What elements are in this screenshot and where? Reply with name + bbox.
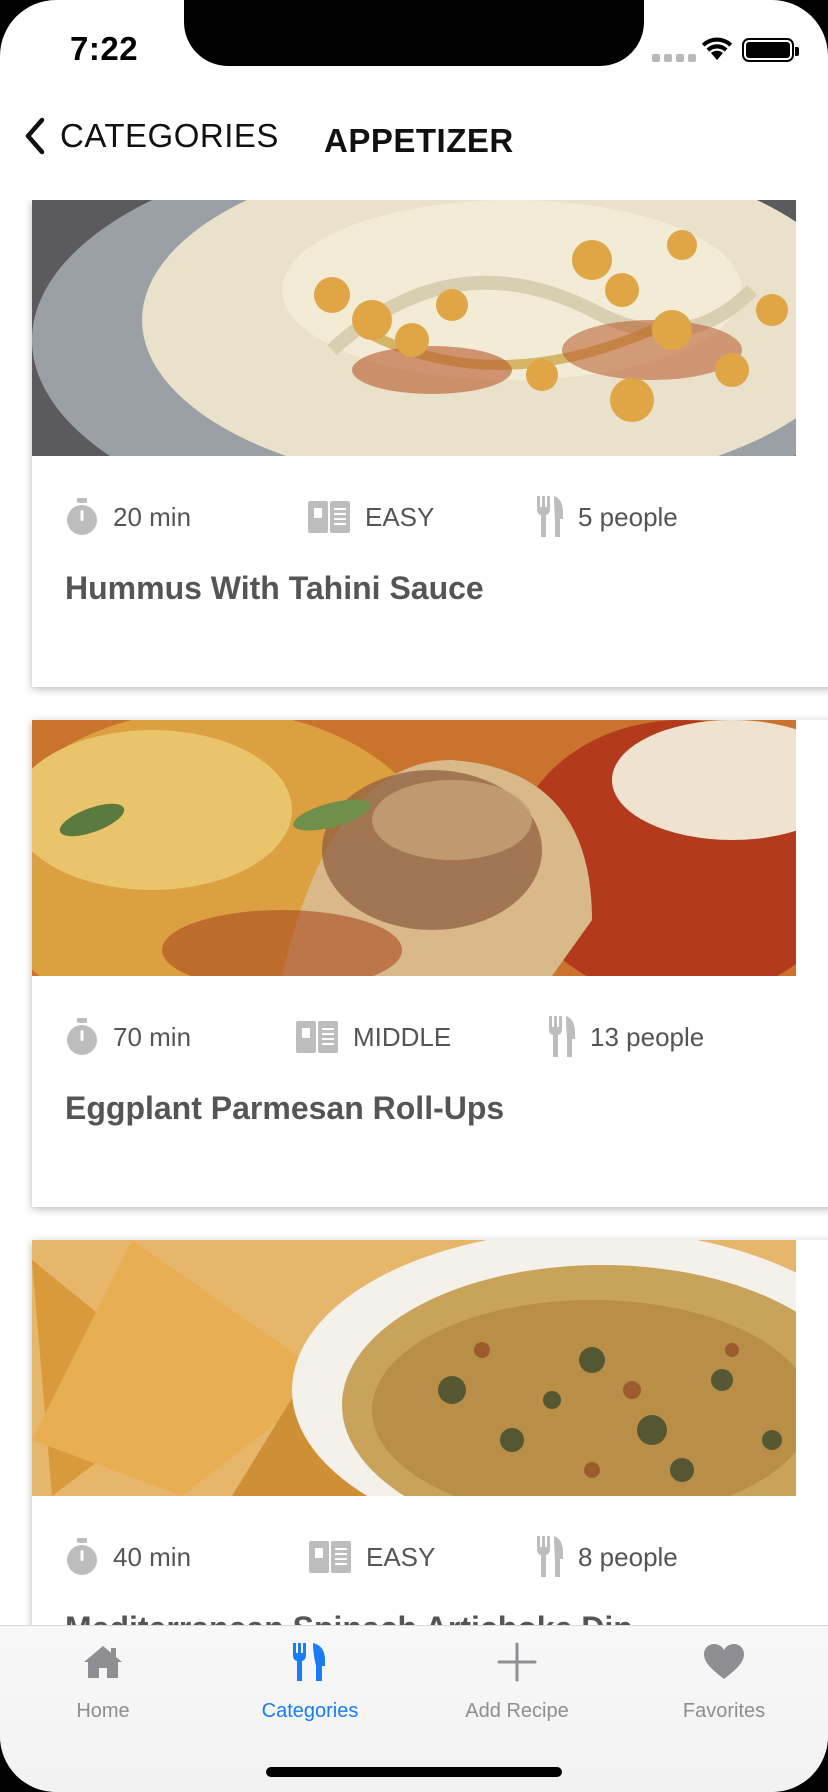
chevron-left-icon — [25, 117, 45, 155]
recipe-card[interactable]: 70 min MIDDLE 13 people Eggplant Parmesa… — [32, 720, 828, 1207]
servings: 13 people — [548, 1012, 704, 1062]
difficulty: MIDDLE — [295, 1012, 451, 1062]
utensils-icon — [293, 1643, 325, 1681]
servings: 5 people — [536, 492, 678, 542]
status-time: 7:22 — [70, 30, 139, 67]
battery-icon — [742, 38, 799, 62]
tab-favorites[interactable]: Favorites — [644, 1640, 804, 1750]
plus-icon — [497, 1642, 537, 1682]
difficulty: EASY — [307, 492, 434, 542]
recipe-title: Mediterranean Spinach Artichoke Dip — [65, 1610, 633, 1625]
recipe-title: Eggplant Parmesan Roll-Ups — [65, 1090, 505, 1126]
page-title: APPETIZER — [324, 122, 514, 159]
utensils-icon — [549, 1016, 575, 1057]
signal-icon — [652, 54, 696, 62]
tab-categories[interactable]: Categories — [230, 1640, 390, 1750]
app-screen: 7:22 CATEGORIES APPETIZER 20 min EASY 5 … — [0, 0, 828, 1792]
utensils-icon — [537, 1536, 563, 1577]
cook-time: 70 min — [65, 1012, 191, 1062]
navigation-bar: CATEGORIES APPETIZER — [0, 100, 828, 180]
recipe-card[interactable]: 20 min EASY 5 people Hummus With Tahini … — [32, 200, 828, 687]
recipe-image — [32, 1240, 796, 1496]
wifi-icon — [701, 37, 733, 60]
heart-icon — [704, 1644, 744, 1679]
home-indicator — [266, 1767, 562, 1777]
recipe-meta: 20 min EASY 5 people — [32, 492, 796, 542]
stopwatch-icon — [67, 1538, 97, 1575]
notch — [184, 0, 644, 66]
recipe-image — [32, 200, 796, 456]
book-icon — [308, 501, 350, 533]
status-bar: 7:22 — [0, 0, 828, 80]
back-label: CATEGORIES — [60, 117, 279, 154]
book-icon — [309, 1541, 351, 1573]
stopwatch-icon — [67, 1018, 97, 1055]
recipe-list[interactable]: 20 min EASY 5 people Hummus With Tahini … — [0, 200, 828, 1625]
recipe-image — [32, 720, 796, 976]
difficulty: EASY — [308, 1532, 435, 1582]
recipe-meta: 70 min MIDDLE 13 people — [32, 1012, 796, 1062]
servings: 8 people — [536, 1532, 678, 1582]
book-icon — [296, 1021, 338, 1053]
cook-time: 40 min — [65, 1532, 191, 1582]
recipe-card[interactable]: 40 min EASY 8 people — [32, 1240, 828, 1625]
cook-time: 20 min — [65, 492, 191, 542]
home-icon — [84, 1646, 122, 1678]
tab-add-recipe[interactable]: Add Recipe — [437, 1640, 597, 1750]
recipe-meta: 40 min EASY 8 people — [32, 1532, 796, 1582]
recipe-title: Hummus With Tahini Sauce — [65, 570, 484, 606]
utensils-icon — [537, 496, 563, 537]
back-button[interactable]: CATEGORIES — [22, 116, 279, 156]
tab-home[interactable]: Home — [23, 1640, 183, 1750]
stopwatch-icon — [67, 498, 97, 535]
